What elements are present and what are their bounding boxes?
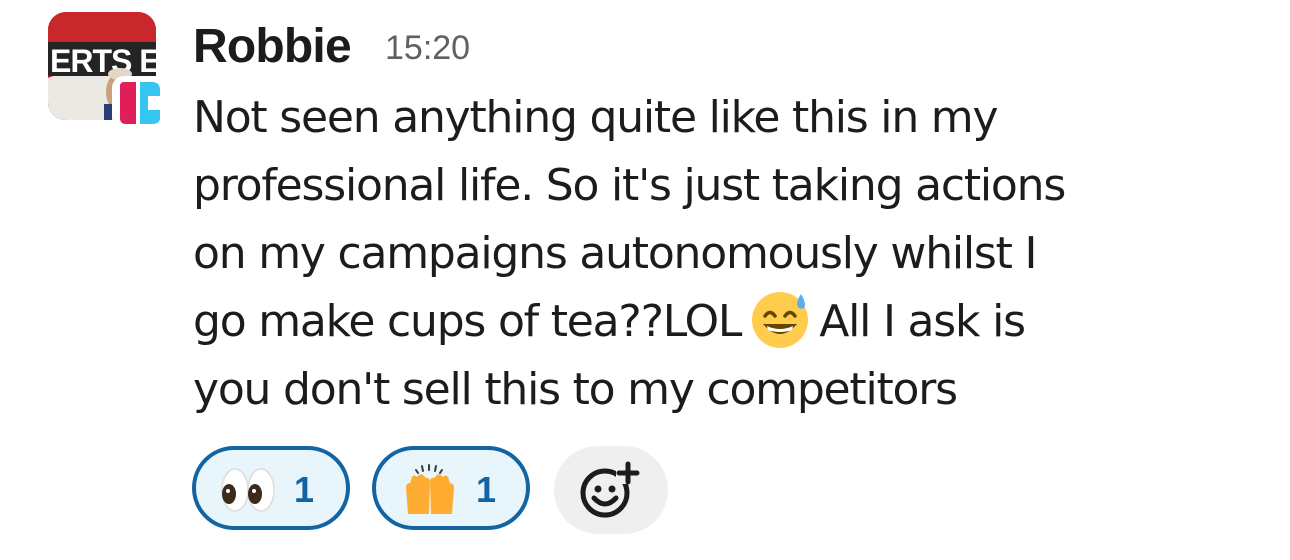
message-line: go make cups of tea??LOL All I ask is (193, 288, 1263, 356)
app-badge-icon (112, 76, 166, 130)
add-reaction-icon (580, 461, 640, 518)
reaction-count: 1 (294, 469, 315, 510)
message-text-segment: go make cups of tea??LOL (193, 296, 742, 347)
message-line: on my campaigns autonomously whilst I (193, 228, 1037, 279)
eyes-icon (218, 464, 278, 516)
grinning-face-with-sweat-icon (749, 288, 811, 350)
message-line: professional life. So it's just taking a… (193, 160, 1066, 211)
message-body: Not seen anything quite like this in my … (193, 84, 1263, 424)
author-name[interactable]: Robbie (193, 14, 352, 80)
message-avatar-group[interactable]: ERTS E (48, 12, 166, 130)
message-timestamp[interactable]: 15:20 (385, 28, 470, 68)
avatar-logo-text: ERTS E (50, 43, 156, 79)
message-text-segment: All I ask is (819, 296, 1026, 347)
message-line: Not seen anything quite like this in my (193, 92, 999, 143)
raising-hands-icon (400, 464, 460, 516)
add-reaction-button[interactable] (554, 446, 668, 534)
message-line: you don't sell this to my competitors (193, 364, 958, 415)
reaction-raising-hands[interactable]: 1 (372, 446, 530, 530)
reaction-eyes[interactable]: 1 (192, 446, 350, 530)
reaction-count: 1 (476, 469, 497, 510)
